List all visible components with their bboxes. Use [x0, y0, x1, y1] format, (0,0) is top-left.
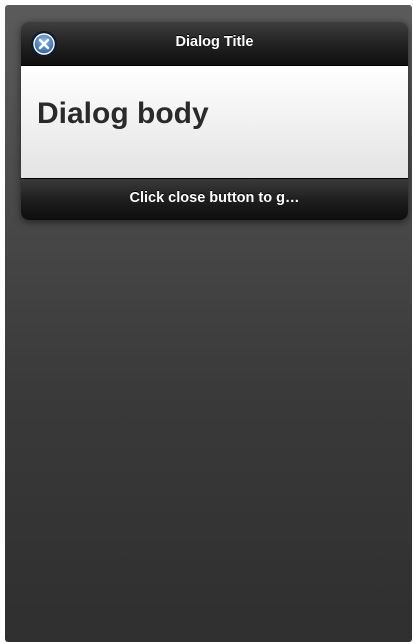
dialog-footer: Click close button to g…	[21, 178, 408, 220]
dialog: Dialog Title Dialog body Click close but…	[21, 22, 408, 220]
dialog-title: Dialog Title	[175, 34, 254, 50]
close-icon	[33, 33, 55, 55]
close-button[interactable]	[31, 31, 57, 57]
app-screen: Dialog Title Dialog body Click close but…	[5, 5, 412, 642]
dialog-body: Dialog body	[21, 66, 408, 178]
dialog-header: Dialog Title	[21, 22, 408, 66]
footer-message: Click close button to g…	[129, 190, 300, 206]
dialog-body-text: Dialog body	[37, 97, 209, 130]
